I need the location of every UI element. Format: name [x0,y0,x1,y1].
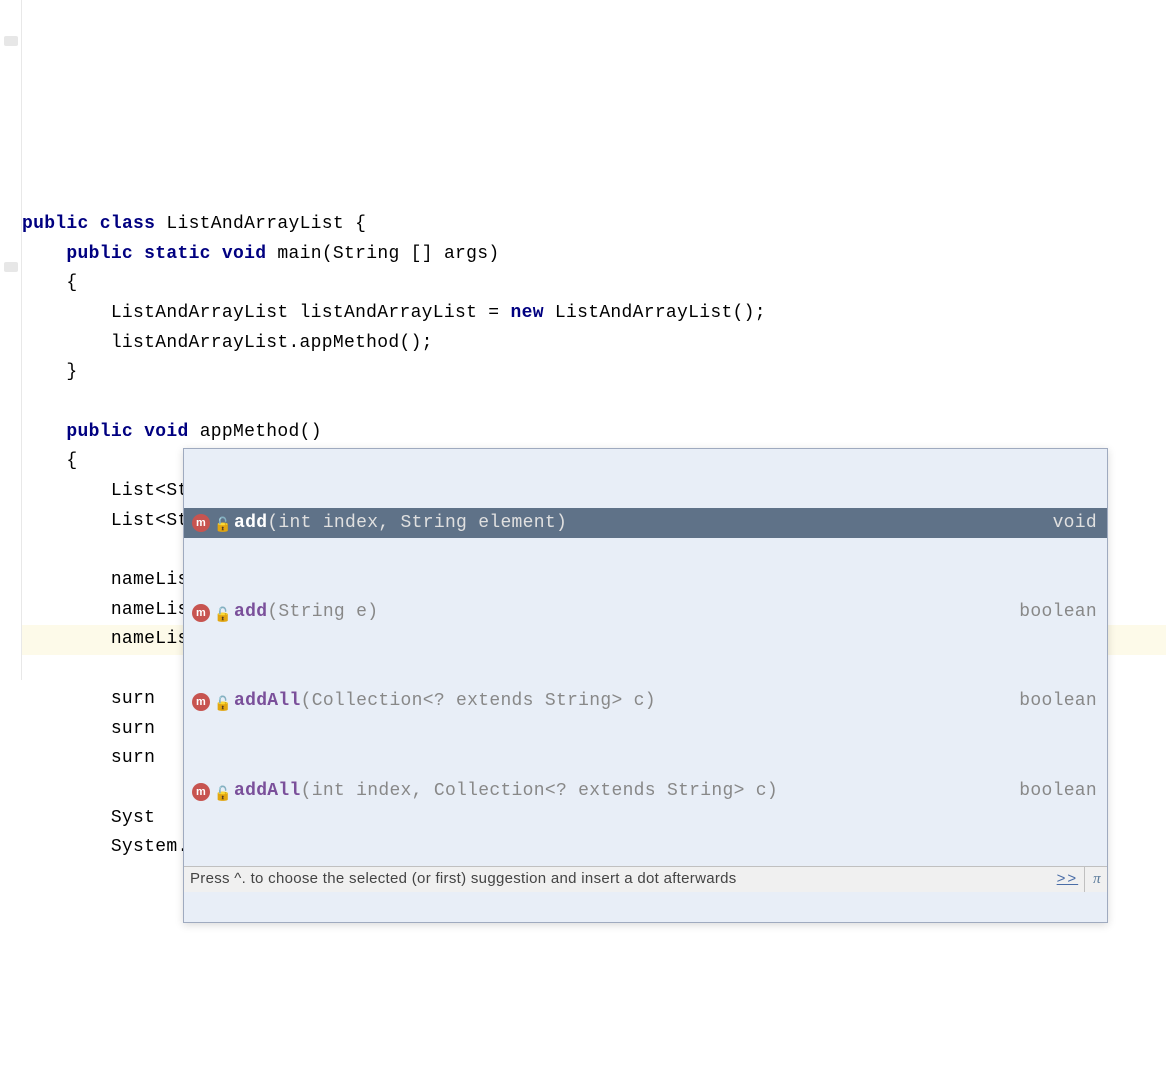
keyword: new [511,303,544,323]
brace: } [66,362,77,382]
lock-open-icon: 🔓 [214,694,228,708]
method-icon: m [192,604,210,622]
gutter [0,0,22,680]
keyword: class [100,214,156,234]
keyword: void [222,244,266,264]
brace: { [66,451,77,471]
method-name: addAll [234,687,301,717]
lock-open-icon: 🔓 [214,784,228,798]
footer-hint: Press ^. to choose the selected (or firs… [190,867,1051,892]
method-params: (int index, String element) [267,509,567,539]
brace: { [66,273,77,293]
autocomplete-popup: m 🔓 add(int index, String element) void … [183,448,1108,923]
brace: { [355,214,366,234]
method-params: (int index, Collection<? extends String>… [301,777,778,807]
return-type: boolean [1019,777,1097,807]
method-sig: appMethod() [200,422,322,442]
footer-link[interactable]: >> [1057,867,1079,892]
class-name: ListAndArrayList [166,214,344,234]
gutter-fold-icon[interactable] [4,262,18,272]
method-name: add [234,509,267,539]
gutter-fold-icon[interactable] [4,36,18,46]
keyword: static [144,244,211,264]
method-name: add [234,598,267,628]
return-type: void [1053,509,1097,539]
method-params: (String e) [267,598,378,628]
method-sig: main(String [] args) [277,244,499,264]
return-type: boolean [1019,687,1097,717]
autocomplete-item[interactable]: m 🔓 addAll(int index, Collection<? exten… [184,777,1107,807]
lock-open-icon: 🔓 [214,515,228,529]
autocomplete-footer: Press ^. to choose the selected (or firs… [184,866,1107,892]
method-params: (Collection<? extends String> c) [301,687,656,717]
code-text: surn [111,689,155,709]
code-text: Syst [111,808,155,828]
keyword: public [22,214,89,234]
autocomplete-item[interactable]: m 🔓 addAll(Collection<? extends String> … [184,687,1107,717]
code-text: surn [111,719,155,739]
pi-icon[interactable]: π [1084,867,1101,892]
code-text: ListAndArrayList listAndArrayList = [111,303,511,323]
keyword: public [66,422,133,442]
code-text: System. [111,837,189,857]
method-icon: m [192,693,210,711]
autocomplete-item[interactable]: m 🔓 add(int index, String element) void [184,508,1107,538]
code-text: surn [111,748,155,768]
method-name: addAll [234,777,301,807]
lock-open-icon: 🔓 [214,605,228,619]
keyword: public [66,244,133,264]
code-text: listAndArrayList.appMethod(); [111,333,433,353]
method-icon: m [192,514,210,532]
return-type: boolean [1019,598,1097,628]
autocomplete-item[interactable]: m 🔓 add(String e) boolean [184,598,1107,628]
code-text: ListAndArrayList(); [544,303,766,323]
keyword: void [144,422,188,442]
method-icon: m [192,783,210,801]
